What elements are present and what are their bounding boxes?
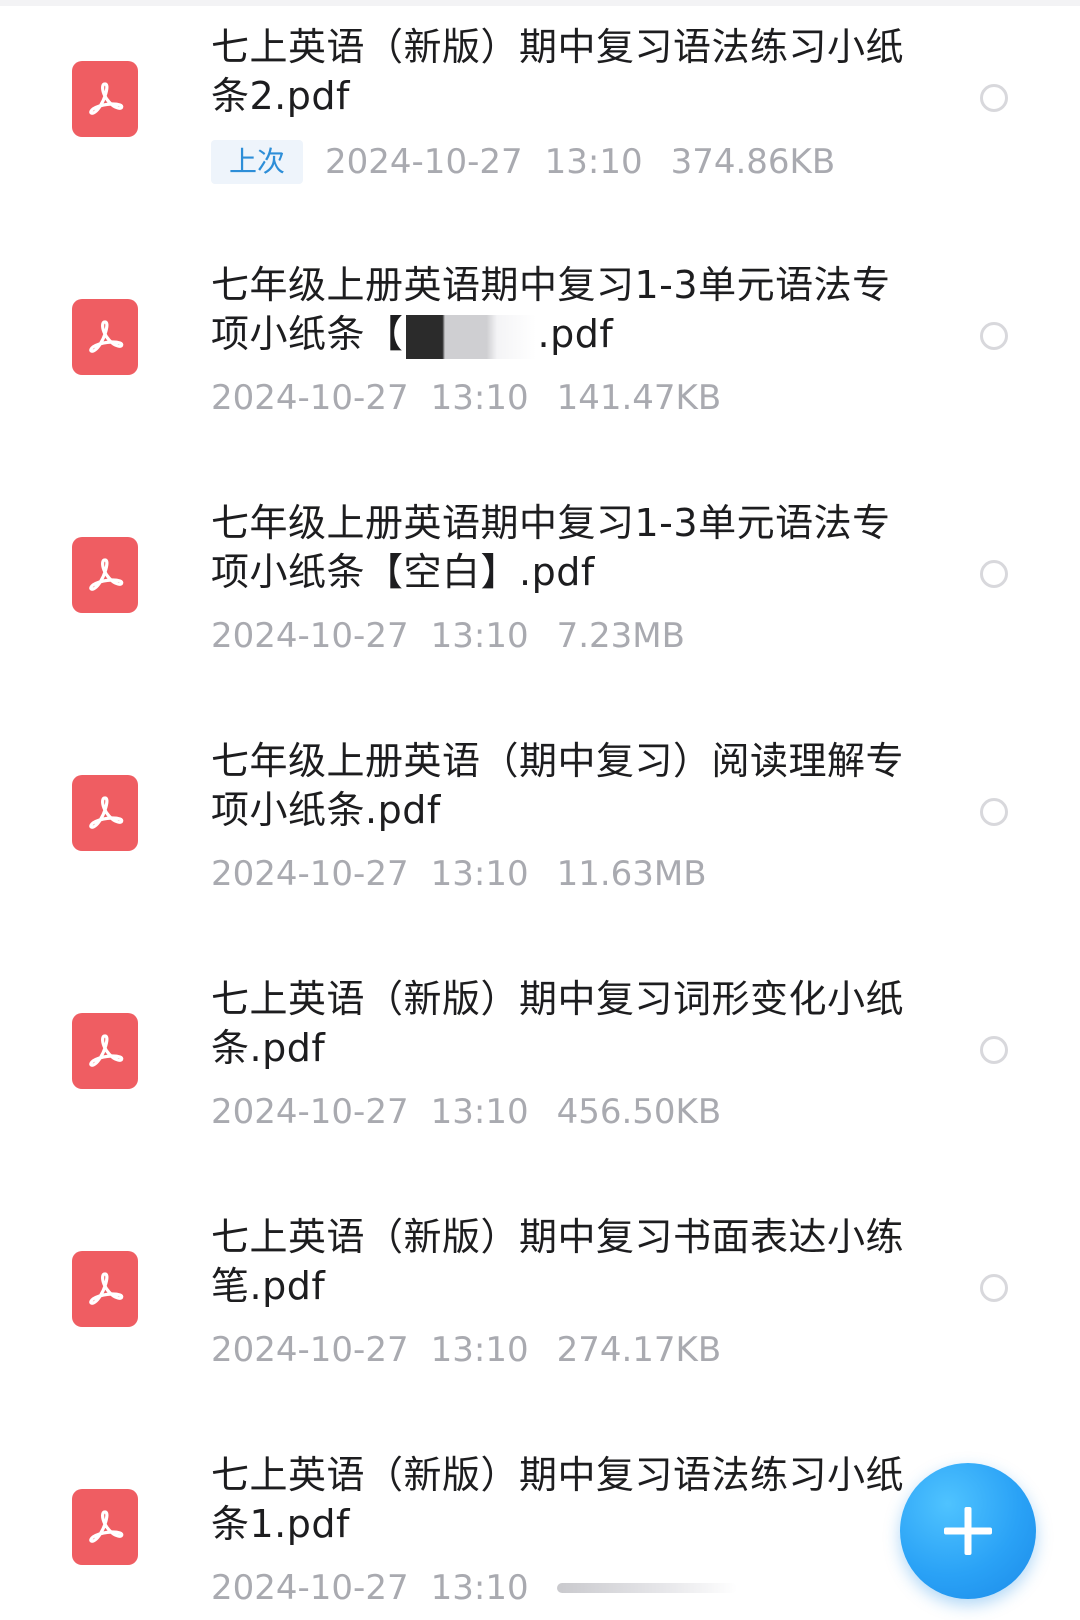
plus-icon — [944, 1507, 992, 1555]
file-meta: 上次 2024-10-27 13:10 374.86KB — [211, 140, 835, 184]
add-fab-button[interactable] — [900, 1463, 1036, 1599]
file-size: 456.50KB — [556, 1092, 722, 1132]
pdf-file-icon — [72, 299, 138, 375]
file-meta: 2024-10-27 13:10 7.23MB — [211, 616, 685, 656]
select-radio[interactable] — [980, 560, 1008, 588]
file-date: 2024-10-27 — [211, 1568, 409, 1608]
file-meta: 2024-10-27 13:10 11.63MB — [211, 854, 707, 894]
file-row[interactable]: 七年级上册英语期中复习1-3单元语法专项小纸条【空白】.pdf 2024-10-… — [0, 476, 1080, 714]
file-date: 2024-10-27 — [211, 378, 409, 418]
acrobat-icon — [89, 320, 124, 353]
file-size: 11.63MB — [556, 854, 707, 894]
acrobat-icon — [89, 1510, 124, 1543]
file-date: 2024-10-27 — [211, 1330, 409, 1370]
select-radio[interactable] — [980, 798, 1008, 826]
last-opened-badge: 上次 — [211, 140, 304, 184]
file-title: 七年级上册英语期中复习1-3单元语法专项小纸条【 .pdf — [211, 261, 911, 359]
pdf-file-icon — [72, 1251, 138, 1327]
acrobat-icon — [89, 796, 124, 829]
file-meta: 2024-10-27 13:10 — [211, 1568, 737, 1608]
pdf-file-icon — [72, 775, 138, 851]
select-radio[interactable] — [980, 84, 1008, 112]
acrobat-icon — [89, 1034, 124, 1067]
acrobat-icon — [89, 558, 124, 591]
file-size: 274.17KB — [556, 1330, 722, 1370]
file-time: 13:10 — [430, 1330, 529, 1370]
file-time: 13:10 — [430, 616, 529, 656]
file-size: 374.86KB — [670, 142, 836, 182]
pdf-file-icon — [72, 61, 138, 137]
file-title: 七上英语（新版）期中复习词形变化小纸条.pdf — [211, 977, 905, 1070]
file-date: 2024-10-27 — [325, 142, 523, 182]
pdf-file-icon — [72, 1489, 138, 1565]
file-row[interactable]: 七上英语（新版）期中复习书面表达小练笔.pdf 2024-10-27 13:10… — [0, 1190, 1080, 1428]
select-radio[interactable] — [980, 1036, 1008, 1064]
select-radio[interactable] — [980, 1274, 1008, 1302]
redacted-region — [405, 314, 536, 359]
file-title: 七上英语（新版）期中复习语法练习小纸条1.pdf — [211, 1453, 905, 1546]
pdf-file-icon — [72, 537, 138, 613]
file-row[interactable]: 七年级上册英语期中复习1-3单元语法专项小纸条【 .pdf 2024-10-27 … — [0, 238, 1080, 476]
file-row[interactable]: 七上英语（新版）期中复习词形变化小纸条.pdf 2024-10-27 13:10… — [0, 952, 1080, 1190]
file-row[interactable]: 七上英语（新版）期中复习语法练习小纸条2.pdf 上次 2024-10-27 1… — [0, 0, 1080, 238]
file-date: 2024-10-27 — [211, 1092, 409, 1132]
file-title: 七年级上册英语期中复习1-3单元语法专项小纸条【空白】.pdf — [211, 501, 891, 594]
file-title: 七上英语（新版）期中复习语法练习小纸条2.pdf — [211, 25, 905, 118]
file-time: 13:10 — [430, 1568, 529, 1608]
file-size: 7.23MB — [556, 616, 685, 656]
redacted-region — [556, 1583, 737, 1593]
file-date: 2024-10-27 — [211, 854, 409, 894]
file-row[interactable]: 七年级上册英语（期中复习）阅读理解专项小纸条.pdf 2024-10-27 13… — [0, 714, 1080, 952]
file-date: 2024-10-27 — [211, 616, 409, 656]
acrobat-icon — [89, 1272, 124, 1305]
file-time: 13:10 — [430, 378, 529, 418]
file-title: 七上英语（新版）期中复习书面表达小练笔.pdf — [211, 1215, 905, 1308]
acrobat-icon — [89, 82, 124, 115]
file-time: 13:10 — [430, 854, 529, 894]
file-title: 七年级上册英语（期中复习）阅读理解专项小纸条.pdf — [211, 739, 905, 832]
file-time: 13:10 — [430, 1092, 529, 1132]
select-radio[interactable] — [980, 322, 1008, 350]
pdf-file-icon — [72, 1013, 138, 1089]
file-meta: 2024-10-27 13:10 141.47KB — [211, 378, 721, 418]
file-size: 141.47KB — [556, 378, 722, 418]
file-meta: 2024-10-27 13:10 274.17KB — [211, 1330, 721, 1370]
file-time: 13:10 — [544, 142, 643, 182]
file-meta: 2024-10-27 13:10 456.50KB — [211, 1092, 721, 1132]
file-title-suffix: .pdf — [537, 312, 614, 356]
